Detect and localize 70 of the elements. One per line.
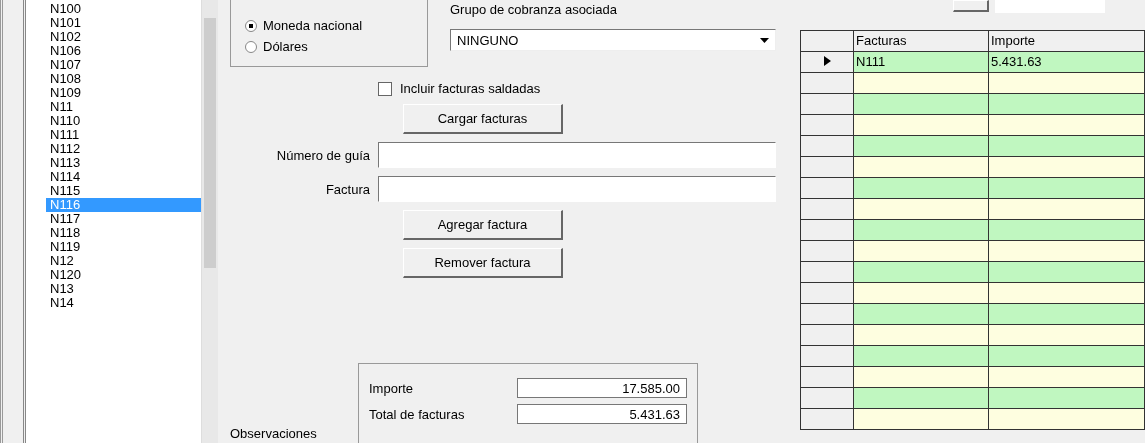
current-row-icon xyxy=(823,56,831,66)
list-item[interactable]: N11 xyxy=(46,100,201,114)
list-item[interactable]: N14 xyxy=(46,296,201,310)
row-header[interactable] xyxy=(800,261,854,283)
row-header[interactable] xyxy=(800,219,854,241)
list-item[interactable]: N117 xyxy=(46,212,201,226)
corner-cell xyxy=(800,30,854,52)
list-item[interactable]: N119 xyxy=(46,240,201,254)
scrollbar[interactable] xyxy=(201,0,218,443)
radio-label: Dólares xyxy=(263,39,308,54)
list-item[interactable]: N13 xyxy=(46,282,201,296)
field-label: Número de guía xyxy=(275,147,371,163)
list-item[interactable]: N107 xyxy=(46,58,201,72)
input-field[interactable] xyxy=(378,142,776,168)
row-header[interactable] xyxy=(800,177,854,199)
action-button[interactable]: Agregar factura xyxy=(403,210,563,240)
load-button[interactable]: Cargar facturas xyxy=(403,104,563,134)
list-item[interactable]: N109 xyxy=(46,86,201,100)
list-item[interactable]: N120 xyxy=(46,268,201,282)
column-header[interactable]: Importe xyxy=(988,30,1145,52)
row-header[interactable] xyxy=(800,345,854,367)
radio-label: Moneda nacional xyxy=(263,18,363,33)
field-label: Grupo de cobranza asociada xyxy=(450,2,618,17)
radio-option[interactable]: Dólares xyxy=(245,39,427,54)
group-dropdown[interactable]: NINGUNO xyxy=(450,29,776,51)
row-header[interactable] xyxy=(800,135,854,157)
radio-option[interactable]: Moneda nacional xyxy=(245,18,427,33)
field-label: Factura xyxy=(324,181,371,197)
list-item[interactable]: N101 xyxy=(46,16,201,30)
list-item[interactable]: N111 xyxy=(46,128,201,142)
row-header[interactable] xyxy=(800,387,854,409)
list-item[interactable]: N114 xyxy=(46,170,201,184)
row-header[interactable] xyxy=(800,324,854,346)
scroll-thumb[interactable] xyxy=(204,18,216,268)
list-item[interactable]: N112 xyxy=(46,142,201,156)
list-item[interactable]: N12 xyxy=(46,254,201,268)
total-value: 5.431.63 xyxy=(517,404,687,424)
row-header[interactable] xyxy=(800,114,854,136)
checkbox-label: Incluir facturas saldadas xyxy=(400,81,541,96)
column-header[interactable]: Facturas xyxy=(853,30,989,52)
action-button[interactable]: Remover factura xyxy=(403,248,563,278)
list-item[interactable]: N100 xyxy=(46,2,201,16)
input-field[interactable] xyxy=(378,176,776,202)
list-item[interactable]: N106 xyxy=(46,44,201,58)
total-label: Importe xyxy=(369,380,414,396)
dropdown-value: NINGUNO xyxy=(457,32,519,48)
row-header[interactable] xyxy=(800,72,854,94)
caret-icon xyxy=(760,37,769,43)
small-button[interactable] xyxy=(953,0,989,12)
radio-icon[interactable] xyxy=(245,19,257,32)
row-header[interactable] xyxy=(800,51,854,73)
total-label: Total de facturas xyxy=(369,406,465,422)
list-item[interactable]: N108 xyxy=(46,72,201,86)
row-header[interactable] xyxy=(800,240,854,262)
total-value: 17.585.00 xyxy=(517,378,687,398)
row-header[interactable] xyxy=(800,282,854,304)
field-label: Observaciones xyxy=(230,426,318,443)
list-item[interactable]: N102 xyxy=(46,30,201,44)
row-header[interactable] xyxy=(800,93,854,115)
list-item[interactable]: N115 xyxy=(46,184,201,198)
row-header[interactable] xyxy=(800,366,854,388)
row-header[interactable] xyxy=(800,156,854,178)
row-header[interactable] xyxy=(800,303,854,325)
checkbox[interactable] xyxy=(378,81,392,96)
list-item[interactable]: N118 xyxy=(46,226,201,240)
list-item[interactable]: N113 xyxy=(46,156,201,170)
row-header[interactable] xyxy=(800,198,854,220)
radio-icon[interactable] xyxy=(245,40,257,53)
list-item[interactable]: N110 xyxy=(46,114,201,128)
row-header[interactable] xyxy=(800,408,854,430)
